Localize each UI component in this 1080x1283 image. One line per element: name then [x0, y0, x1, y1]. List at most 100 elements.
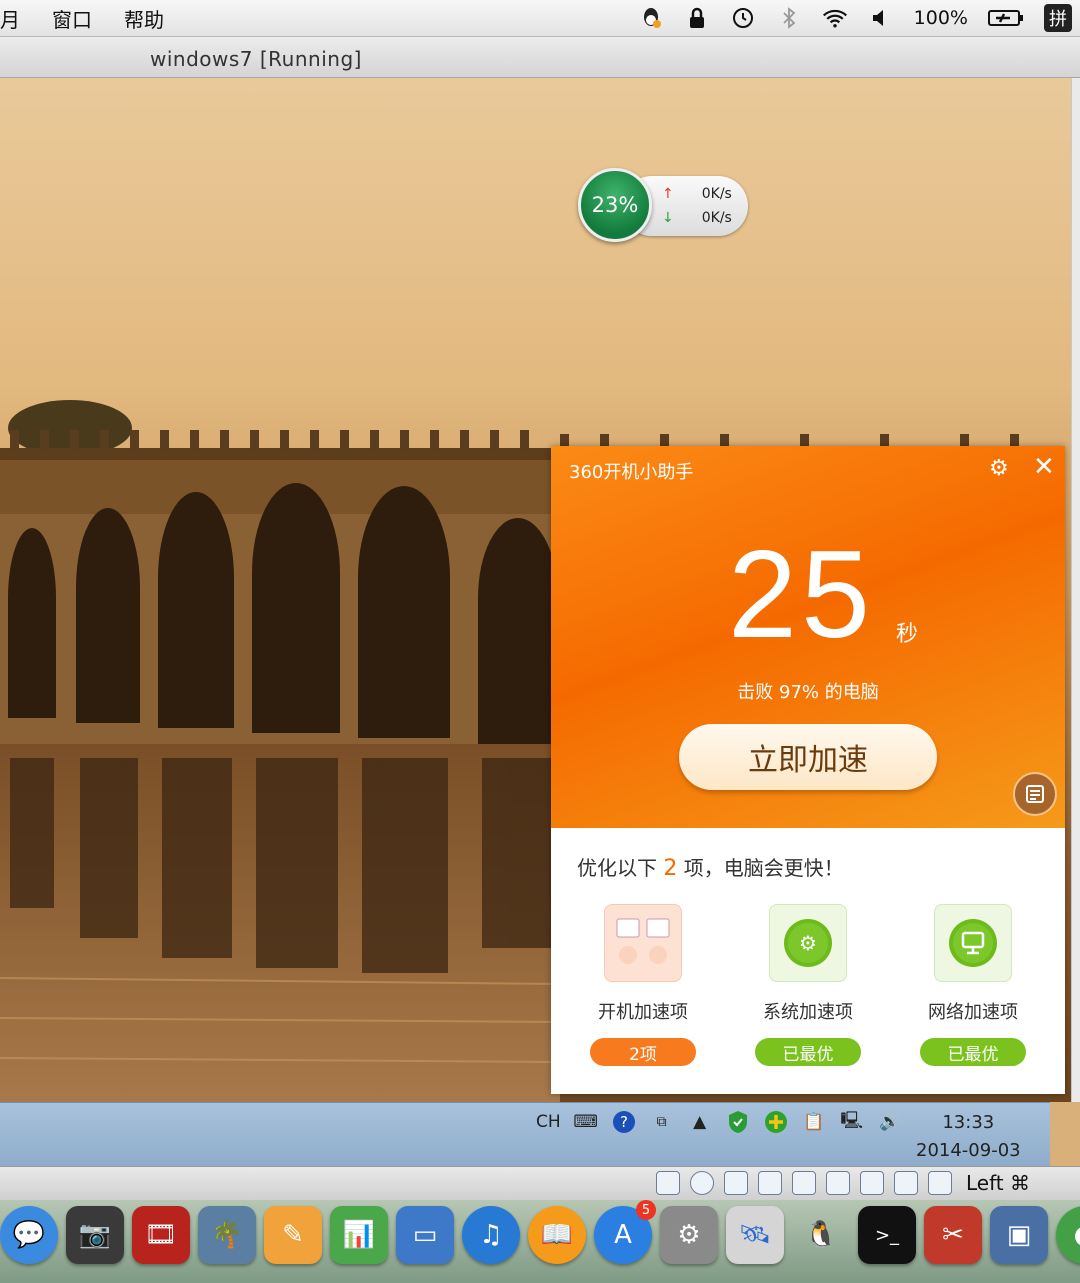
input-method-icon[interactable]: 拼 — [1044, 4, 1072, 32]
memory-usage-percent: 23% — [591, 193, 639, 217]
dock-icons: 💬 📷 🎞 🌴 ✎ 📊 ▭ ♫ 📖 A 5 ⚙ 🛰 🐧 >_ ✂ ▣ ● — [0, 1200, 1080, 1264]
svg-text:?: ? — [620, 1113, 628, 1131]
vm-status-bar: Left ⌘ — [0, 1166, 1080, 1201]
menu-item-help[interactable]: 帮助 — [124, 4, 164, 33]
network-tray-icon[interactable]: 🖳 — [839, 1109, 865, 1135]
restore-icon[interactable]: ⧉ — [649, 1109, 675, 1135]
usb-icon[interactable] — [724, 1171, 748, 1195]
memory-usage-ball[interactable]: 23% — [578, 168, 652, 242]
tip-suffix: 项，电脑会更快！ — [683, 856, 844, 880]
mac-dock: 💬 📷 🎞 🌴 ✎ 📊 ▭ ♫ 📖 A 5 ⚙ 🛰 🐧 >_ ✂ ▣ ● — [0, 1200, 1080, 1283]
system-preferences-icon[interactable]: ⚙ — [660, 1206, 718, 1264]
svg-text:⚙: ⚙ — [799, 931, 817, 955]
item-label: 开机加速项 — [598, 1002, 688, 1023]
vm-title-bar: windows7 [Running] — [0, 37, 1080, 78]
vm-window-title: windows7 [Running] — [150, 47, 362, 71]
system-speedup-item[interactable]: ⚙ 系统加速项 已最优 — [748, 904, 868, 1066]
item-status-badge[interactable]: 已最优 — [920, 1038, 1026, 1066]
menu-item-month[interactable]: 月 — [0, 4, 20, 33]
boot-seconds: 25 — [728, 526, 874, 664]
menu-item-window[interactable]: 窗口 — [52, 4, 92, 33]
keyboard-icon[interactable]: ⌨ — [573, 1109, 599, 1135]
help-icon[interactable]: ? — [611, 1109, 637, 1135]
keynote-icon[interactable]: ▭ — [396, 1206, 454, 1264]
terminal-icon[interactable]: >_ — [858, 1206, 916, 1264]
language-indicator[interactable]: CH — [536, 1112, 561, 1132]
optimize-tip: 优化以下 2 项，电脑会更快！ — [577, 852, 844, 881]
item-status-badge[interactable]: 2项 — [590, 1038, 696, 1066]
upload-speed: 0K/s — [701, 186, 732, 202]
battery-icon[interactable] — [988, 5, 1024, 31]
boot-assistant-panel: 360开机小助手 ⚙ ✕ 25 秒 击败 97% 的电脑 立即加速 优化以下 2… — [551, 446, 1065, 1094]
system-tray: CH ⌨ ? ⧉ ▲ 📋 🖳 🔊 — [536, 1109, 903, 1135]
qq-dock-icon[interactable]: 🐧 — [792, 1206, 850, 1264]
app-store-icon[interactable]: A 5 — [594, 1200, 656, 1264]
numbers-icon[interactable]: 📊 — [330, 1206, 388, 1264]
app-store-badge: 5 — [636, 1200, 656, 1220]
seconds-unit: 秒 — [896, 622, 919, 647]
system-gear-icon[interactable]: ⚙ — [769, 904, 847, 982]
vm-scrollbar[interactable] — [1071, 78, 1080, 1102]
volume-icon[interactable] — [868, 5, 894, 31]
time-machine-icon[interactable] — [730, 5, 756, 31]
download-arrow-icon: ↓ — [662, 210, 674, 226]
shared-folder-icon[interactable] — [792, 1171, 816, 1195]
tip-count: 2 — [663, 856, 678, 881]
network-adapter-icon[interactable] — [758, 1171, 782, 1195]
download-row: ↓ 0K/s — [662, 210, 732, 226]
keyboard-capture-icon[interactable] — [928, 1171, 952, 1195]
pages-icon[interactable]: ✎ — [264, 1206, 322, 1264]
optical-drive-icon[interactable] — [690, 1171, 714, 1195]
messages-icon[interactable]: 💬 — [0, 1206, 58, 1264]
windows-remote-icon[interactable]: 🛰 — [726, 1206, 784, 1264]
wifi-icon[interactable] — [822, 5, 848, 31]
item-label: 系统加速项 — [763, 1002, 853, 1023]
plus-cross-icon[interactable] — [763, 1109, 789, 1135]
virtualbox-icon[interactable]: ▣ — [990, 1206, 1048, 1264]
bluetooth-icon[interactable] — [776, 5, 802, 31]
clock-time: 13:33 — [942, 1112, 995, 1133]
battery-percent[interactable]: 100% — [914, 7, 968, 29]
mouse-integration-icon[interactable] — [894, 1171, 918, 1195]
tray-clock[interactable]: 13:33 2014-09-03 — [916, 1109, 1021, 1165]
network-speed-widget[interactable]: 23% ↑ 0K/s ↓ 0K/s — [578, 168, 750, 242]
app-icon[interactable]: ● — [1056, 1206, 1080, 1264]
tip-prefix: 优化以下 — [577, 856, 657, 880]
utility-icon[interactable]: ✂ — [924, 1206, 982, 1264]
item-status-badge[interactable]: 已最优 — [755, 1038, 861, 1066]
item-label: 网络加速项 — [928, 1002, 1018, 1023]
speaker-icon[interactable]: 🔊 — [877, 1109, 903, 1135]
lock-icon[interactable] — [684, 5, 710, 31]
boot-items-icon[interactable] — [604, 904, 682, 982]
photo-booth-icon[interactable]: 🎞 — [132, 1206, 190, 1264]
cpu-icon[interactable] — [860, 1171, 884, 1195]
facetime-icon[interactable]: 📷 — [66, 1206, 124, 1264]
show-hidden-icons[interactable]: ▲ — [687, 1109, 713, 1135]
host-key-label: Left ⌘ — [966, 1171, 1030, 1195]
upload-row: ↑ 0K/s — [662, 186, 732, 202]
beat-percent-text: 击败 97% 的电脑 — [737, 682, 879, 703]
network-icon[interactable] — [934, 904, 1012, 982]
hard-disk-icon[interactable] — [656, 1171, 680, 1195]
mac-menubar: 月 窗口 帮助 100% 拼 — [0, 0, 1080, 37]
network-speedup-item[interactable]: 网络加速项 已最优 — [913, 904, 1033, 1066]
boot-speedup-item[interactable]: 开机加速项 2项 — [583, 904, 703, 1066]
boot-time-header: 360开机小助手 ⚙ ✕ 25 秒 击败 97% 的电脑 立即加速 — [551, 446, 1065, 828]
gear-icon[interactable]: ⚙ — [989, 456, 1009, 481]
upload-arrow-icon: ↑ — [662, 186, 674, 202]
clipboard-icon[interactable]: 📋 — [801, 1109, 827, 1135]
close-icon[interactable]: ✕ — [1033, 452, 1055, 482]
speed-up-button[interactable]: 立即加速 — [679, 724, 937, 790]
clock-date: 2014-09-03 — [916, 1140, 1021, 1161]
itunes-icon[interactable]: ♫ — [462, 1206, 520, 1264]
security-shield-icon[interactable] — [725, 1109, 751, 1135]
vm-device-icons — [656, 1171, 952, 1195]
ibooks-icon[interactable]: 📖 — [528, 1206, 586, 1264]
qq-icon[interactable] — [638, 5, 664, 31]
report-icon[interactable] — [1013, 772, 1057, 816]
panel-title: 360开机小助手 — [569, 462, 694, 483]
download-speed: 0K/s — [701, 210, 732, 226]
iphoto-icon[interactable]: 🌴 — [198, 1206, 256, 1264]
display-icon[interactable] — [826, 1171, 850, 1195]
windows-taskbar: CH ⌨ ? ⧉ ▲ 📋 🖳 🔊 13:33 2014-09-03 — [0, 1102, 1050, 1167]
